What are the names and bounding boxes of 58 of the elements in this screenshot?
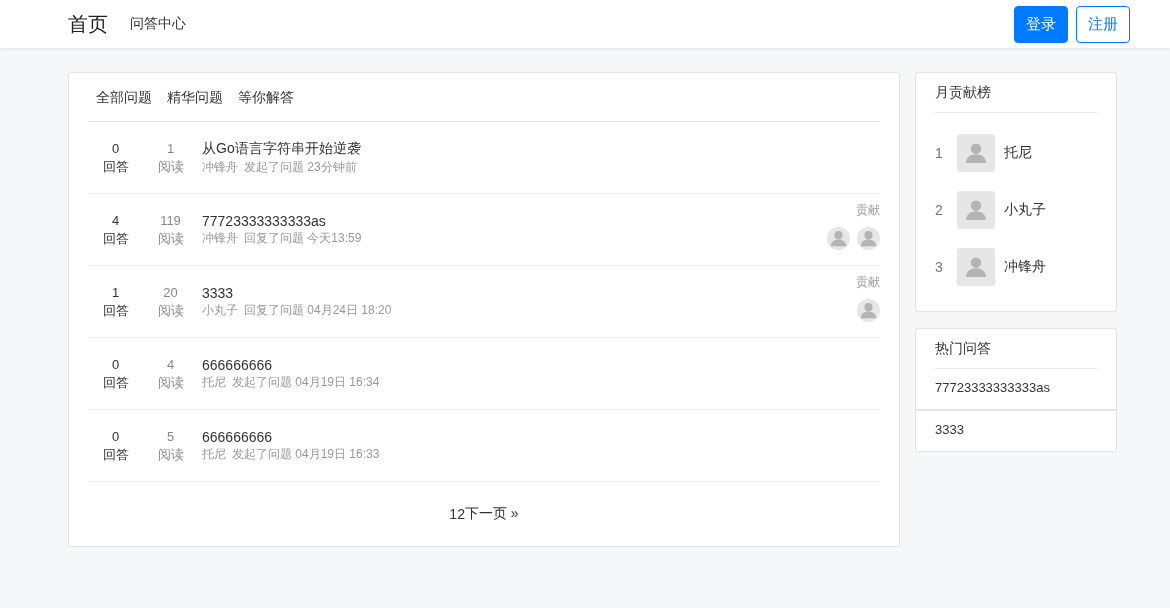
avatar-icon[interactable]	[827, 227, 850, 250]
answer-count: 0	[111, 427, 120, 446]
question-title[interactable]: 77723333333333as	[202, 212, 827, 229]
answer-count: 1	[111, 283, 120, 302]
answer-count: 0	[111, 355, 120, 374]
user-name[interactable]: 小丸子	[1004, 200, 1046, 219]
view-label: 阅读	[157, 373, 184, 392]
pagination-link[interactable]: 1	[449, 506, 458, 522]
avatar-icon[interactable]	[957, 133, 995, 172]
activity-text: 发起了问题 23分钟前	[244, 159, 357, 174]
view-count: 4	[166, 355, 175, 374]
question-title[interactable]: 3333	[202, 284, 856, 301]
view-label: 阅读	[157, 157, 184, 176]
view-label: 阅读	[157, 445, 184, 464]
avatar-icon[interactable]	[857, 227, 880, 250]
view-count: 20	[163, 283, 178, 302]
activity-text: 发起了问题 04月19日 16:33	[232, 446, 380, 461]
rank-number: 1	[935, 144, 944, 161]
filter-tab[interactable]: 精华问题	[167, 87, 223, 107]
view-label: 阅读	[157, 301, 184, 320]
activity-text: 发起了问题 04月19日 16:34	[232, 374, 380, 389]
avatar-icon[interactable]	[957, 190, 995, 229]
view-count: 119	[160, 211, 181, 230]
nav-link[interactable]: 问答中心	[130, 15, 186, 33]
pagination-link[interactable]: 下一页 »	[464, 505, 519, 523]
rank-number: 2	[935, 201, 944, 218]
hot-question-link[interactable]: 3333	[916, 409, 1116, 451]
answer-label: 回答	[102, 157, 129, 176]
view-count: 5	[166, 427, 175, 446]
view-count: 1	[166, 139, 175, 158]
question-title[interactable]: 666666666	[202, 428, 880, 445]
answer-count: 0	[111, 139, 120, 158]
register-button[interactable]: 注册	[1076, 5, 1130, 43]
login-button[interactable]: 登录	[1014, 5, 1068, 43]
card-title: 月贡献榜	[935, 73, 1097, 113]
answer-label: 回答	[102, 373, 129, 392]
contributors-label: 贡献	[856, 274, 880, 291]
question-title[interactable]: 从Go语言字符串开始逆袭	[202, 139, 880, 158]
answer-label: 回答	[102, 301, 129, 320]
avatar-icon[interactable]	[857, 299, 880, 322]
filter-tab[interactable]: 全部问题	[96, 87, 152, 107]
user-name[interactable]: 冲锋舟	[1004, 257, 1046, 276]
answer-label: 回答	[102, 229, 129, 248]
activity-text: 回复了问题 04月24日 18:20	[244, 302, 392, 317]
card-title: 热门问答	[935, 329, 1097, 369]
answer-count: 4	[111, 211, 120, 230]
avatar-icon[interactable]	[957, 247, 995, 286]
question-title[interactable]: 666666666	[202, 356, 880, 373]
home-link[interactable]: 首页	[68, 10, 108, 38]
answer-label: 回答	[102, 445, 129, 464]
contributors-label: 贡献	[856, 202, 880, 219]
activity-text: 回复了问题 今天13:59	[244, 230, 362, 245]
hot-question-link[interactable]: 77723333333333as	[916, 369, 1116, 409]
user-name[interactable]: 托尼	[1004, 143, 1032, 162]
view-label: 阅读	[157, 229, 184, 248]
filter-tab[interactable]: 等你解答	[238, 87, 294, 107]
rank-number: 3	[935, 258, 944, 275]
pagination-link[interactable]: 2	[457, 506, 465, 522]
